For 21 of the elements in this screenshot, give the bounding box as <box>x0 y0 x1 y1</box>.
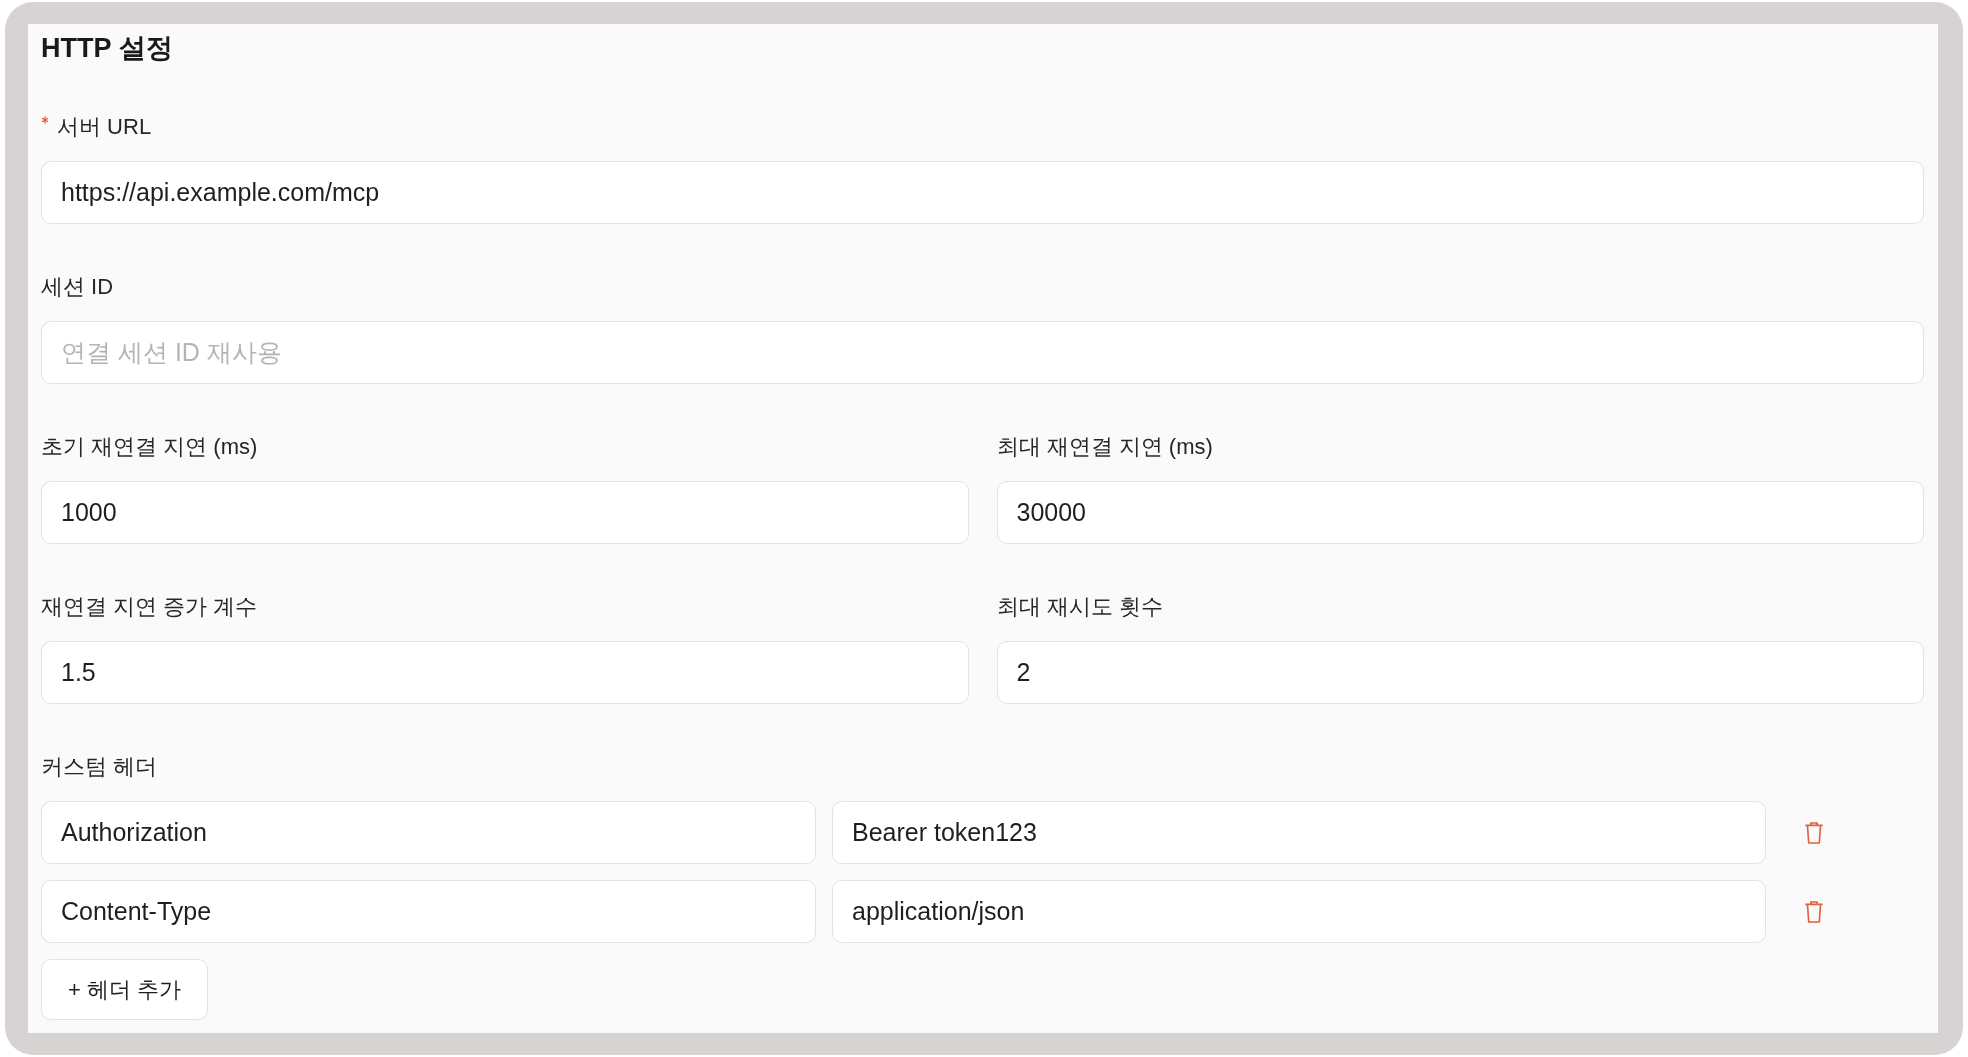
input-field[interactable]: 30000 <box>996 481 1924 544</box>
field-label: 세션 ID <box>41 274 114 300</box>
input-field[interactable]: 1.5 <box>41 641 969 704</box>
header-name-field[interactable]: Content-Type <box>41 880 816 943</box>
add-header-button[interactable]: + 헤더 추가 <box>41 959 209 1020</box>
field-label: 최대 재시도 횟수 <box>996 594 1163 620</box>
field-label: 초기 재연결 지연 (ms) <box>41 434 258 460</box>
input-field[interactable]: 1000 <box>41 481 969 544</box>
input-field[interactable]: https://api.example.com/mcp <box>41 161 1924 224</box>
field-label: 서버 URL <box>57 114 152 140</box>
field-label: 커스텀 헤더 <box>41 754 158 780</box>
field-label: 최대 재연결 지연 (ms) <box>996 434 1213 460</box>
header-value-field[interactable]: application/json <box>832 880 1766 943</box>
trash-icon[interactable] <box>1804 900 1824 923</box>
header-value-field[interactable]: Bearer token123 <box>832 801 1766 864</box>
trash-icon[interactable] <box>1804 821 1824 844</box>
header-name-field[interactable]: Authorization <box>41 801 816 864</box>
input-field[interactable]: 연결 세션 ID 재사용 <box>41 321 1924 384</box>
section-title: HTTP 설정 <box>41 33 174 63</box>
input-field[interactable]: 2 <box>996 641 1924 704</box>
field-label: 재연결 지연 증가 계수 <box>41 594 258 620</box>
